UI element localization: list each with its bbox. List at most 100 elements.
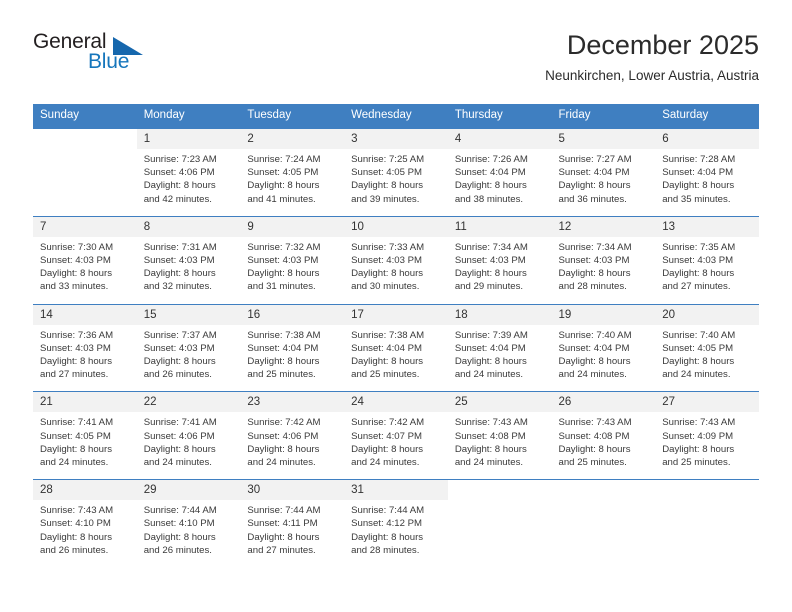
page-header: General Blue December 2025 Neunkirchen, … [0,0,792,83]
day-number[interactable]: 7 [33,215,137,237]
day-info-line: Sunset: 4:08 PM [454,430,526,442]
day-info: Sunrise: 7:32 AM Sunset: 4:03 PM Daylight:… [240,236,345,305]
day-number[interactable]: 1 [136,128,241,149]
day-info: Sunrise: 7:41 AM Sunset: 4:05 PM Daylight:… [33,412,137,480]
day-info-line: Sunrise: 7:25 AM [351,154,425,165]
day-number[interactable]: 10 [344,215,448,237]
day-info-line: Daylight: 8 hours [351,443,424,455]
day-info-line: Sunset: 4:04 PM [454,342,526,354]
day-info-line: and 24 minutes. [454,457,524,469]
day-info-line: Daylight: 8 hours [662,268,735,280]
week-daynumber-row: 28 29 30 31 [33,479,759,501]
day-info-line: Daylight: 8 hours [662,443,735,455]
day-number[interactable]: 16 [240,303,345,325]
day-info: Sunrise: 7:43 AM Sunset: 4:08 PM Daylight:… [447,412,552,480]
day-cell-empty [551,479,656,501]
day-info: Sunrise: 7:42 AM Sunset: 4:07 PM Daylight:… [344,412,448,480]
day-info-line: Sunrise: 7:35 AM [662,241,736,253]
day-info: Sunrise: 7:43 AM Sunset: 4:10 PM Daylight:… [33,500,137,568]
day-number[interactable]: 9 [240,215,345,237]
day-info-line: and 26 minutes. [40,544,109,556]
day-info-line: Sunrise: 7:32 AM [247,241,321,253]
day-number[interactable]: 29 [136,479,241,501]
calendar-body: 123456 Sunrise: 7:23 AM Sunset: 4:06 PM Da… [33,128,759,568]
week-daynumber-row: 123456 [33,128,759,149]
day-number[interactable]: 13 [655,215,759,237]
day-info-line: Sunset: 4:06 PM [247,430,319,442]
day-number[interactable]: 22 [136,391,241,413]
day-info-line: Daylight: 8 hours [143,180,216,192]
day-info-line: Daylight: 8 hours [247,180,320,192]
day-info-line: and 26 minutes. [143,369,212,381]
day-info-line: and 39 minutes. [351,193,420,205]
day-number[interactable]: 28 [33,479,137,501]
day-info: Sunrise: 7:23 AM Sunset: 4:06 PM Daylight:… [136,149,241,217]
day-info-line: Daylight: 8 hours [40,356,112,368]
day-cell-empty [33,128,137,149]
day-info-empty [655,500,759,568]
general-blue-logo[interactable]: General Blue [33,30,208,82]
day-info: Sunrise: 7:26 AM Sunset: 4:04 PM Daylight:… [447,149,552,217]
day-number[interactable]: 24 [344,391,448,413]
day-info-line: Daylight: 8 hours [247,531,320,543]
day-number[interactable]: 12 [551,215,656,237]
day-info-line: Sunset: 4:04 PM [247,342,319,354]
day-number[interactable]: 26 [551,391,656,413]
day-number[interactable]: 2 [240,128,345,149]
day-number[interactable]: 15 [136,303,241,325]
calendar-header-row: Sunday Monday Tuesday Wednesday Thursday Frid… [33,104,759,129]
day-info: Sunrise: 7:40 AM Sunset: 4:04 PM Daylight:… [551,324,656,392]
week-info-row: Sunrise: 7:43 AM Sunset: 4:10 PM Daylight:… [33,500,759,568]
day-info: Sunrise: 7:43 AM Sunset: 4:08 PM Daylight:… [551,412,656,480]
day-number[interactable]: 25 [447,391,552,413]
day-info-line: Sunset: 4:05 PM [247,167,319,179]
day-number[interactable]: 8 [136,215,241,237]
day-info-line: Sunset: 4:04 PM [558,342,630,354]
day-info-line: and 25 minutes. [247,369,316,381]
week-info-row: Sunrise: 7:36 AM Sunset: 4:03 PM Daylight:… [33,324,759,392]
day-number[interactable]: 17 [344,303,448,325]
day-info-line: and 32 minutes. [143,281,212,293]
day-info: Sunrise: 7:38 AM Sunset: 4:04 PM Daylight:… [240,324,345,392]
day-info-line: Sunset: 4:03 PM [558,255,630,267]
day-info: Sunrise: 7:39 AM Sunset: 4:04 PM Daylight:… [447,324,552,392]
day-info-line: and 26 minutes. [143,544,212,556]
day-info-empty [33,149,137,217]
day-info-line: Daylight: 8 hours [143,268,216,280]
day-number[interactable]: 4 [447,128,552,149]
day-number[interactable]: 20 [655,303,759,325]
day-info-line: and 24 minutes. [247,457,316,469]
day-number[interactable]: 19 [551,303,656,325]
day-info-line: and 24 minutes. [40,457,109,469]
day-number[interactable]: 27 [655,391,759,413]
day-info-line: Sunset: 4:03 PM [40,255,111,267]
day-info-line: Sunset: 4:05 PM [351,167,423,179]
day-info-line: Sunset: 4:04 PM [558,167,630,179]
day-number[interactable]: 30 [240,479,345,501]
week-info-row: Sunrise: 7:41 AM Sunset: 4:05 PM Daylight:… [33,412,759,480]
day-number[interactable]: 5 [551,128,656,149]
day-number[interactable]: 3 [344,128,448,149]
day-info-empty [551,500,656,568]
day-info: Sunrise: 7:34 AM Sunset: 4:03 PM Daylight:… [447,236,552,305]
day-info-line: Sunset: 4:03 PM [351,255,423,267]
day-info-line: Sunset: 4:06 PM [143,430,215,442]
day-number[interactable]: 18 [447,303,552,325]
weekday-header-thursday: Thursday [447,104,552,129]
day-number[interactable]: 6 [655,128,759,149]
day-info-line: Daylight: 8 hours [662,180,735,192]
day-info-line: Daylight: 8 hours [143,356,216,368]
day-number[interactable]: 21 [33,391,137,413]
day-info: Sunrise: 7:35 AM Sunset: 4:03 PM Daylight:… [655,236,759,305]
day-info-line: Sunrise: 7:37 AM [143,329,217,341]
day-number[interactable]: 11 [447,215,552,237]
day-number[interactable]: 14 [33,303,137,325]
day-number[interactable]: 31 [344,479,448,501]
day-info-line: Daylight: 8 hours [247,356,320,368]
day-info-line: and 33 minutes. [40,281,109,293]
day-number[interactable]: 23 [240,391,345,413]
day-info-line: Sunrise: 7:40 AM [558,329,632,341]
day-info-line: Sunset: 4:09 PM [662,430,734,442]
day-info-line: and 29 minutes. [454,281,524,293]
day-info-line: and 24 minutes. [662,369,731,381]
